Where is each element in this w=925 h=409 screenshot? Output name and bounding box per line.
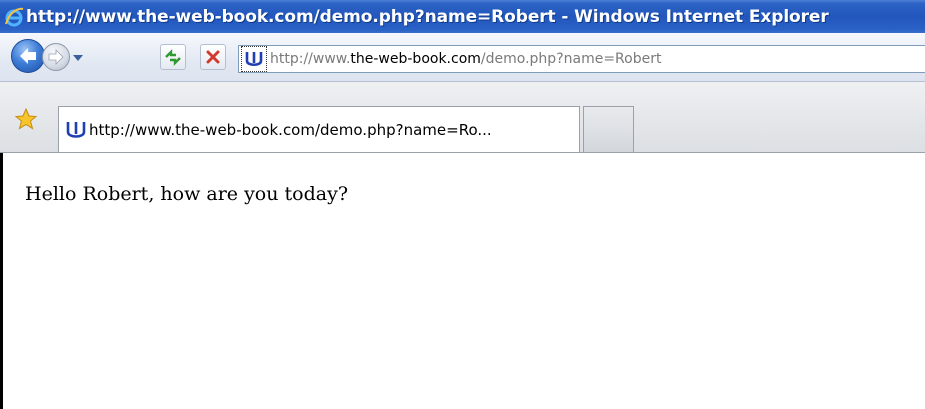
favorites-button[interactable] [14,107,38,130]
title-bar[interactable]: http://www.the-web-book.com/demo.php?nam… [0,0,925,33]
page-content: Hello Robert, how are you today? [0,153,925,409]
back-button[interactable] [11,39,45,73]
url-domain: the-web-book.com [350,51,481,67]
history-dropdown-button[interactable] [71,50,85,64]
forward-button[interactable] [42,43,70,71]
navigation-bar: http://www.the-web-book.com/demo.php?nam… [0,33,925,82]
favorites-star-icon [14,107,38,130]
internet-explorer-logo-icon [4,6,24,28]
refresh-icon [165,49,181,66]
browser-window: http://www.the-web-book.com/demo.php?nam… [0,0,925,409]
back-arrow-icon [20,48,36,64]
url-prefix: http://www. [270,51,351,67]
chevron-down-icon [73,55,83,61]
site-favicon-icon [241,46,267,72]
stop-icon [206,50,220,64]
tab-current[interactable]: http://www.the-web-book.com/demo.php?nam… [58,106,580,152]
forward-arrow-icon [48,49,64,65]
window-title: http://www.the-web-book.com/demo.php?nam… [26,6,829,27]
tab-bar: http://www.the-web-book.com/demo.php?nam… [0,82,925,153]
address-input[interactable]: http://www.the-web-book.com/demo.php?nam… [270,51,661,67]
tab-label: http://www.the-web-book.com/demo.php?nam… [89,120,492,139]
greeting-text: Hello Robert, how are you today? [25,183,348,205]
refresh-button[interactable] [160,44,186,70]
address-bar[interactable]: http://www.the-web-book.com/demo.php?nam… [238,45,925,73]
site-favicon-icon [65,119,87,141]
stop-button[interactable] [200,44,226,70]
new-tab-button[interactable] [583,106,634,152]
url-path: /demo.php?name=Robert [480,51,662,67]
